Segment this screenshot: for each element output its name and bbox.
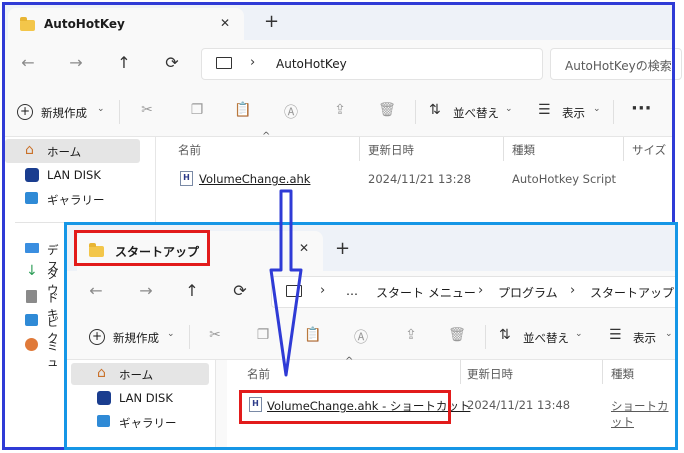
annotation-arrow-overlay — [269, 189, 303, 377]
down-arrow-icon — [269, 189, 303, 377]
